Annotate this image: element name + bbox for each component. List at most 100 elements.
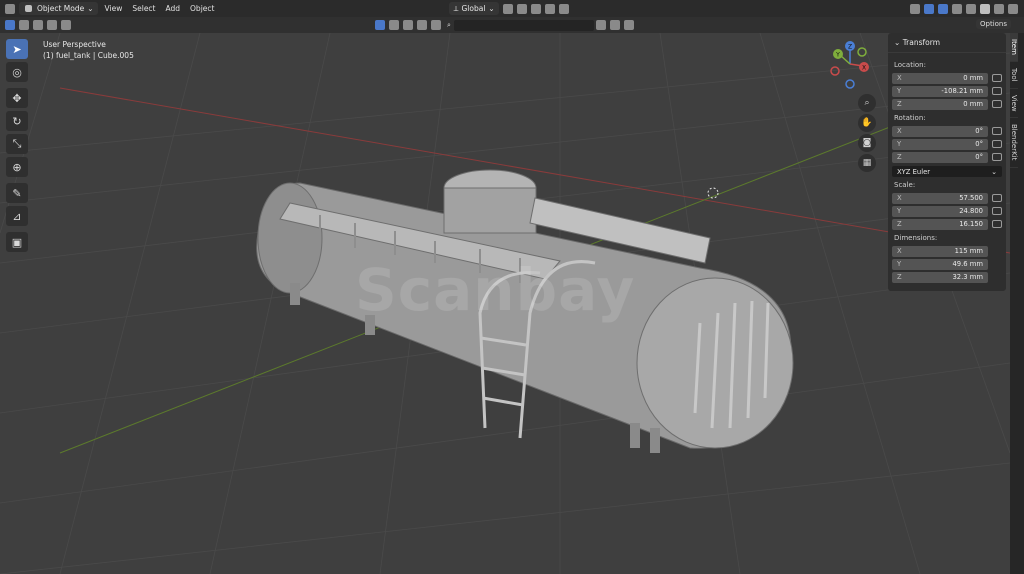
location-x-field[interactable]: X0 mm <box>892 72 988 84</box>
gizmo-y-label: Y <box>835 52 840 59</box>
location-z-field[interactable]: Z0 mm <box>892 98 988 110</box>
funnel-icon[interactable] <box>623 20 634 30</box>
options-dropdown[interactable]: Options <box>976 19 1012 29</box>
chevron-down-icon: ⌄ <box>991 167 997 176</box>
cursor-tool[interactable]: ◎ <box>6 62 28 82</box>
tab-item[interactable]: Item <box>1010 33 1018 62</box>
transform-icon: ⊕ <box>12 160 22 174</box>
orientation-label: Global <box>461 4 486 13</box>
move-tool[interactable]: ✥ <box>6 88 28 108</box>
rotation-mode-dropdown[interactable]: XYZ Euler ⌄ <box>892 166 1002 177</box>
location-label: Location: <box>894 61 926 69</box>
rotate-icon: ↻ <box>12 114 22 128</box>
watermark: Scanbay <box>355 256 636 324</box>
measure-tool[interactable]: ⊿ <box>6 206 28 226</box>
menu-object[interactable]: Object <box>185 4 219 13</box>
tab-view[interactable]: View <box>1010 89 1018 119</box>
menu-add[interactable]: Add <box>161 4 186 13</box>
select-extend-icon[interactable] <box>19 20 29 30</box>
scale-icon: ⤡ <box>12 137 22 150</box>
lock-icon[interactable] <box>992 87 1002 95</box>
move-icon: ✥ <box>12 91 22 105</box>
filter-light-icon[interactable] <box>417 20 427 30</box>
filter-icon[interactable] <box>595 20 606 30</box>
cursor-arrow-icon: ➤ <box>12 42 22 56</box>
sidebar-tabs: Item Tool View BlenderKit <box>1010 33 1024 574</box>
crosshair-icon: ◎ <box>12 65 22 79</box>
location-y-field[interactable]: Y -108.21 mm <box>892 85 988 97</box>
shading-wireframe-icon[interactable] <box>966 3 976 14</box>
filter-camera-icon[interactable] <box>431 20 441 30</box>
select-intersect-icon[interactable] <box>61 20 71 30</box>
editor-type-icon[interactable] <box>5 3 15 14</box>
scale-tool[interactable]: ⤡ <box>6 134 28 154</box>
select-subtract-icon[interactable] <box>33 20 43 30</box>
rotate-tool[interactable]: ↻ <box>6 111 28 131</box>
dimensions-label: Dimensions: <box>894 234 938 242</box>
zoom-icon[interactable]: ⌕ <box>858 94 876 112</box>
scale-z-field[interactable]: Z 16.150 <box>892 218 988 230</box>
dimensions-x-field[interactable]: X 115 mm <box>892 245 988 257</box>
annotate-tool[interactable]: ✎ <box>6 183 28 203</box>
lock-icon[interactable] <box>992 74 1002 82</box>
dimensions-y-field[interactable]: Y 49.6 mm <box>892 258 988 270</box>
rotation-y-field[interactable]: Y 0° <box>892 138 988 150</box>
visibility-icon[interactable] <box>910 3 920 14</box>
shading-rendered-icon[interactable] <box>1008 3 1018 14</box>
lock-icon[interactable] <box>992 207 1002 215</box>
menu-select[interactable]: Select <box>127 4 160 13</box>
tool-settings-bar: ⌕ <box>0 17 1024 33</box>
lock-icon[interactable] <box>992 153 1002 161</box>
tab-tool[interactable]: Tool <box>1010 62 1018 89</box>
falloff-icon[interactable] <box>558 3 569 14</box>
gizmo-toggle-icon[interactable] <box>924 3 934 14</box>
menu-view[interactable]: View <box>100 4 128 13</box>
perspective-grid-icon[interactable]: ▦ <box>858 154 876 172</box>
camera-icon[interactable]: ◙ <box>858 134 876 152</box>
mode-dropdown[interactable]: Object Mode ⌄ <box>19 2 98 15</box>
shading-solid-icon[interactable] <box>980 3 990 14</box>
transform-tool[interactable]: ⊕ <box>6 157 28 177</box>
transform-title: Transform <box>902 38 940 47</box>
chevron-down-icon: ⌄ <box>488 4 495 13</box>
toolbar: ➤ ◎ ✥ ↻ ⤡ ⊕ ✎ ⊿ ▣ <box>6 39 32 255</box>
select-box-tool[interactable]: ➤ <box>6 39 28 59</box>
scale-y-field[interactable]: Y 24.800 <box>892 205 988 217</box>
search-field[interactable] <box>453 19 594 31</box>
sidebar-item-panel: ⌄ Transform Location: X0 mm Y -108.21 mm … <box>888 33 1006 291</box>
orientation-dropdown[interactable]: ⟂ Global ⌄ <box>449 2 499 15</box>
lock-icon[interactable] <box>992 220 1002 228</box>
lock-icon[interactable] <box>992 127 1002 135</box>
overlay-toggle-icon[interactable] <box>938 3 948 14</box>
rotation-z-field[interactable]: Z 0° <box>892 151 988 163</box>
search-icon[interactable]: ⌕ <box>447 21 451 30</box>
select-box-mode-icon[interactable] <box>5 20 15 30</box>
xray-icon[interactable] <box>952 3 962 14</box>
transform-panel-header[interactable]: ⌄ Transform <box>888 33 1006 53</box>
scale-x-field[interactable]: X 57.500 <box>892 192 988 204</box>
filter-mesh-icon[interactable] <box>389 20 399 30</box>
select-invert-icon[interactable] <box>47 20 57 30</box>
header-bar: Object Mode ⌄ View Select Add Object ⟂ G… <box>0 0 1024 17</box>
lock-icon[interactable] <box>992 140 1002 148</box>
lock-icon[interactable] <box>992 100 1002 108</box>
proportional-edit-icon[interactable] <box>544 3 555 14</box>
pivot-point-icon[interactable] <box>502 3 513 14</box>
pencil-icon: ✎ <box>12 186 22 200</box>
shading-material-icon[interactable] <box>994 3 1004 14</box>
collection-icon[interactable] <box>609 20 620 30</box>
navigation-gizmo[interactable]: Z X Y <box>826 40 872 90</box>
scale-label: Scale: <box>894 181 916 189</box>
rotation-x-field[interactable]: X 0° <box>892 125 988 137</box>
transform-orientation-icon: ⟂ <box>453 3 459 13</box>
snap-target-icon[interactable] <box>530 3 541 14</box>
add-cube-tool[interactable]: ▣ <box>6 232 28 252</box>
snap-icon[interactable] <box>516 3 527 14</box>
pan-hand-icon[interactable]: ✋ <box>858 114 876 132</box>
dimensions-z-field[interactable]: Z 32.3 mm <box>892 271 988 283</box>
filter-curve-icon[interactable] <box>403 20 413 30</box>
lock-icon[interactable] <box>992 194 1002 202</box>
chevron-down-icon: ⌄ <box>894 38 901 47</box>
tab-blenderkit[interactable]: BlenderKit <box>1010 118 1018 168</box>
object-filter-icon[interactable] <box>375 20 385 30</box>
